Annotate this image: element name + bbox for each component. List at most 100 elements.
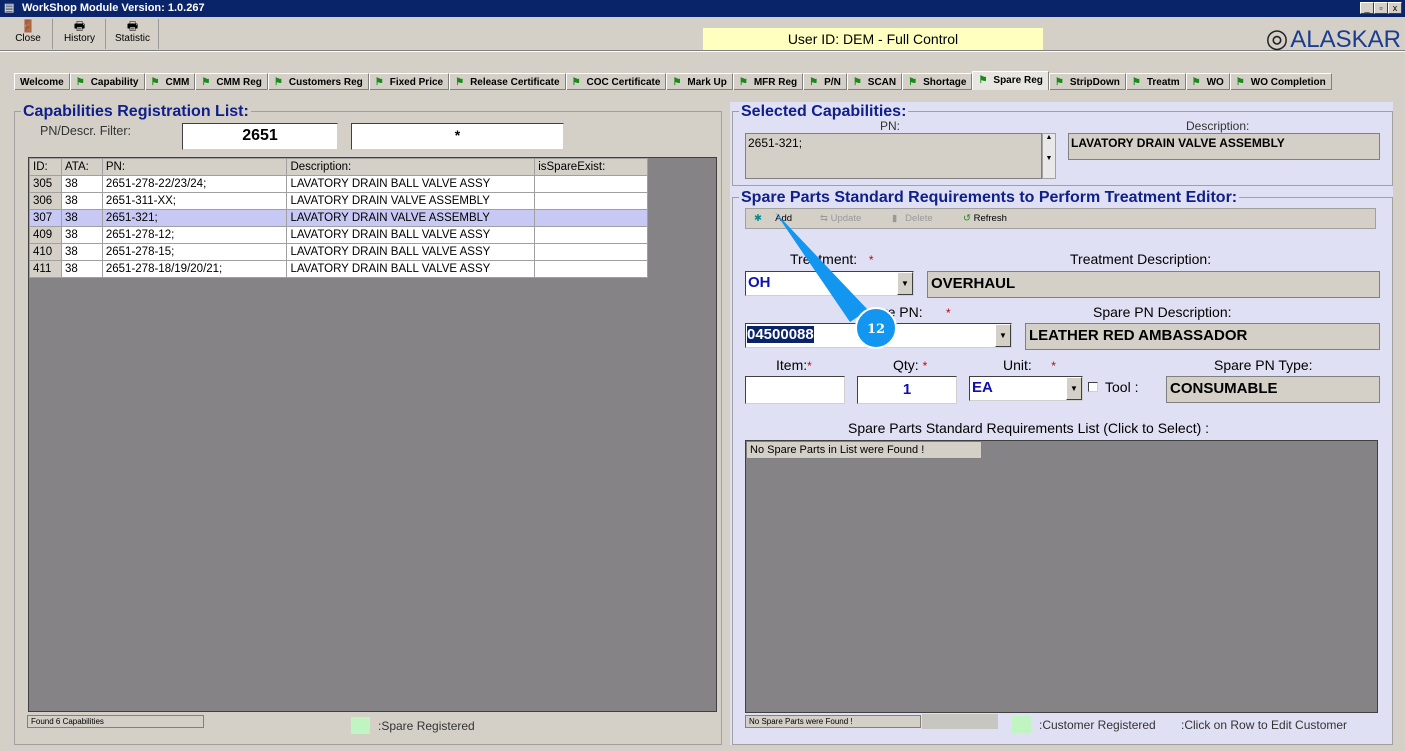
table-row[interactable]: 306 38 2651-311-XX; LAVATORY DRAIN VALVE AS… bbox=[29, 192, 648, 210]
table-cell: 38 bbox=[60, 209, 103, 227]
tab-label: WO Completion bbox=[1250, 77, 1326, 88]
tab-label: Fixed Price bbox=[389, 77, 444, 88]
status-spacer bbox=[922, 714, 998, 729]
tab-label: Capability bbox=[90, 77, 139, 88]
tab-coc-certificate[interactable]: ⚑ COC Certificate bbox=[565, 73, 667, 90]
tab-label: SCAN bbox=[867, 77, 897, 88]
editor-title: Spare Parts Standard Requirements to Per… bbox=[739, 189, 1240, 207]
tab-spare-reg[interactable]: ⚑ Spare Reg bbox=[972, 71, 1049, 90]
table-cell: 2651-311-XX; bbox=[101, 192, 288, 210]
tab-cmm-reg[interactable]: ⚑ CMM Reg bbox=[195, 73, 268, 90]
flag-icon: ⚑ bbox=[978, 75, 988, 86]
table-row[interactable]: 409 38 2651-278-12; LAVATORY DRAIN BALL VAL… bbox=[29, 226, 648, 244]
tab-label: COC Certificate bbox=[586, 77, 661, 88]
table-row[interactable]: 411 38 2651-278-18/19/20/21; LAVATORY DRAIN… bbox=[29, 260, 648, 278]
tab-cmm[interactable]: ⚑ CMM bbox=[144, 73, 196, 90]
capabilities-grid[interactable]: ID: ATA: PN: Description: isSpareExist: 305 38… bbox=[28, 157, 717, 712]
description-label: Description: bbox=[1186, 119, 1250, 133]
tab-release-certificate[interactable]: ⚑ Release Certificate bbox=[449, 73, 566, 90]
spare-parts-grid[interactable]: No Spare Parts in List were Found ! bbox=[745, 440, 1378, 713]
tab-scan[interactable]: ⚑ SCAN bbox=[846, 73, 903, 90]
tab-shortage[interactable]: ⚑ Shortage bbox=[902, 73, 973, 90]
refresh-label: Refresh bbox=[973, 213, 1007, 224]
flag-icon: ⚑ bbox=[75, 77, 85, 88]
printer-icon: 🖶 bbox=[73, 19, 86, 33]
flag-icon: ⚑ bbox=[455, 77, 465, 88]
table-cell bbox=[534, 243, 648, 261]
pn-scrollbar[interactable]: ▲ ▼ bbox=[1042, 133, 1056, 179]
capabilities-title: Capabilities Registration List: bbox=[21, 103, 251, 121]
add-bug-icon: ✱ bbox=[754, 213, 762, 224]
spare-pn-dropdown[interactable]: 04500088 ▼ bbox=[745, 323, 1012, 348]
table-cell: 38 bbox=[60, 175, 103, 193]
add-label: Add bbox=[775, 213, 793, 224]
flag-icon: ⚑ bbox=[273, 77, 283, 88]
tab-label: StripDown bbox=[1069, 77, 1120, 88]
minimize-button[interactable]: _ bbox=[1360, 2, 1374, 14]
table-cell: LAVATORY DRAIN BALL VALVE ASSY bbox=[286, 226, 536, 244]
unit-dropdown[interactable]: EA ▼ bbox=[969, 376, 1083, 401]
table-cell: 410 bbox=[29, 243, 62, 261]
item-label: Item:* bbox=[776, 357, 812, 373]
flag-icon: ⚑ bbox=[672, 77, 682, 88]
description-filter-input[interactable]: * bbox=[351, 123, 564, 150]
tab-capability[interactable]: ⚑ Capability bbox=[69, 73, 145, 90]
refresh-button[interactable]: ↺ Refresh bbox=[963, 210, 1007, 228]
tab-p-n[interactable]: ⚑ P/N bbox=[803, 73, 847, 90]
tab-treatm[interactable]: ⚑ Treatm bbox=[1125, 73, 1186, 90]
tab-label: Release Certificate bbox=[470, 77, 560, 88]
column-header[interactable]: PN: bbox=[101, 158, 288, 176]
tab-label: Customers Reg bbox=[288, 77, 363, 88]
close-button[interactable]: 🚪 Close bbox=[4, 19, 53, 49]
tab-label: CMM bbox=[165, 77, 190, 88]
chevron-down-icon[interactable]: ▼ bbox=[897, 272, 913, 295]
spare-registered-legend: :Spare Registered bbox=[378, 719, 475, 733]
close-window-button[interactable]: x bbox=[1388, 2, 1402, 14]
treatment-dropdown[interactable]: OH ▼ bbox=[745, 271, 914, 296]
history-button[interactable]: 🖶 History bbox=[54, 19, 106, 49]
table-cell: LAVATORY DRAIN BALL VALVE ASSY bbox=[286, 243, 536, 261]
pn-filter-input[interactable]: 2651 bbox=[182, 123, 338, 150]
qty-label: Qty: * bbox=[893, 357, 928, 373]
column-header[interactable]: ATA: bbox=[60, 158, 103, 176]
table-cell: LAVATORY DRAIN BALL VALVE ASSY bbox=[286, 260, 536, 278]
chevron-down-icon[interactable]: ▼ bbox=[1066, 377, 1082, 400]
tab-wo[interactable]: ⚑ WO bbox=[1185, 73, 1230, 90]
maximize-button[interactable]: ▫ bbox=[1374, 2, 1388, 14]
tab-stripdown[interactable]: ⚑ StripDown bbox=[1048, 73, 1126, 90]
add-button[interactable]: ✱ Add bbox=[754, 210, 792, 228]
flag-icon: ⚑ bbox=[852, 77, 862, 88]
tab-fixed-price[interactable]: ⚑ Fixed Price bbox=[368, 73, 450, 90]
qty-input[interactable]: 1 bbox=[857, 376, 957, 404]
customer-registered-legend: :Customer Registered bbox=[1039, 718, 1156, 732]
table-row[interactable]: 307 38 2651-321; LAVATORY DRAIN VALVE ASSEM… bbox=[29, 209, 648, 227]
selected-pn-field[interactable]: 2651-321; bbox=[745, 133, 1042, 179]
tool-checkbox[interactable] bbox=[1088, 382, 1098, 392]
tab-mark-up[interactable]: ⚑ Mark Up bbox=[666, 73, 733, 90]
column-header[interactable]: Description: bbox=[286, 158, 536, 176]
statistic-button[interactable]: 🖶 Statistic bbox=[107, 19, 159, 49]
treatment-description-field: OVERHAUL bbox=[927, 271, 1380, 298]
tab-wo-completion[interactable]: ⚑ WO Completion bbox=[1229, 73, 1332, 90]
table-cell: 409 bbox=[29, 226, 62, 244]
table-cell: LAVATORY DRAIN VALVE ASSEMBLY bbox=[286, 209, 536, 227]
column-header[interactable]: ID: bbox=[29, 158, 62, 176]
tab-mfr-reg[interactable]: ⚑ MFR Reg bbox=[732, 73, 804, 90]
flag-icon: ⚑ bbox=[1054, 77, 1064, 88]
update-button[interactable]: ⇆ Update bbox=[820, 210, 861, 228]
treatment-description-label: Treatment Description: bbox=[1070, 251, 1212, 267]
table-row[interactable]: 305 38 2651-278-22/23/24; LAVATORY DRAIN BA… bbox=[29, 175, 648, 193]
spare-description-label: Spare PN Description: bbox=[1093, 304, 1232, 320]
column-header[interactable]: isSpareExist: bbox=[534, 158, 648, 176]
tab-label: WO bbox=[1206, 77, 1224, 88]
item-input[interactable] bbox=[745, 376, 845, 404]
chevron-down-icon[interactable]: ▼ bbox=[995, 324, 1011, 347]
tab-welcome[interactable]: Welcome bbox=[14, 73, 70, 90]
delete-button[interactable]: ▮ Delete bbox=[892, 210, 933, 228]
tab-customers-reg[interactable]: ⚑ Customers Reg bbox=[267, 73, 369, 90]
table-cell: 38 bbox=[60, 260, 103, 278]
tool-label: Tool : bbox=[1105, 379, 1139, 395]
tab-label: CMM Reg bbox=[216, 77, 262, 88]
table-row[interactable]: 410 38 2651-278-15; LAVATORY DRAIN BALL VAL… bbox=[29, 243, 648, 261]
toolbar-divider bbox=[0, 50, 1405, 52]
